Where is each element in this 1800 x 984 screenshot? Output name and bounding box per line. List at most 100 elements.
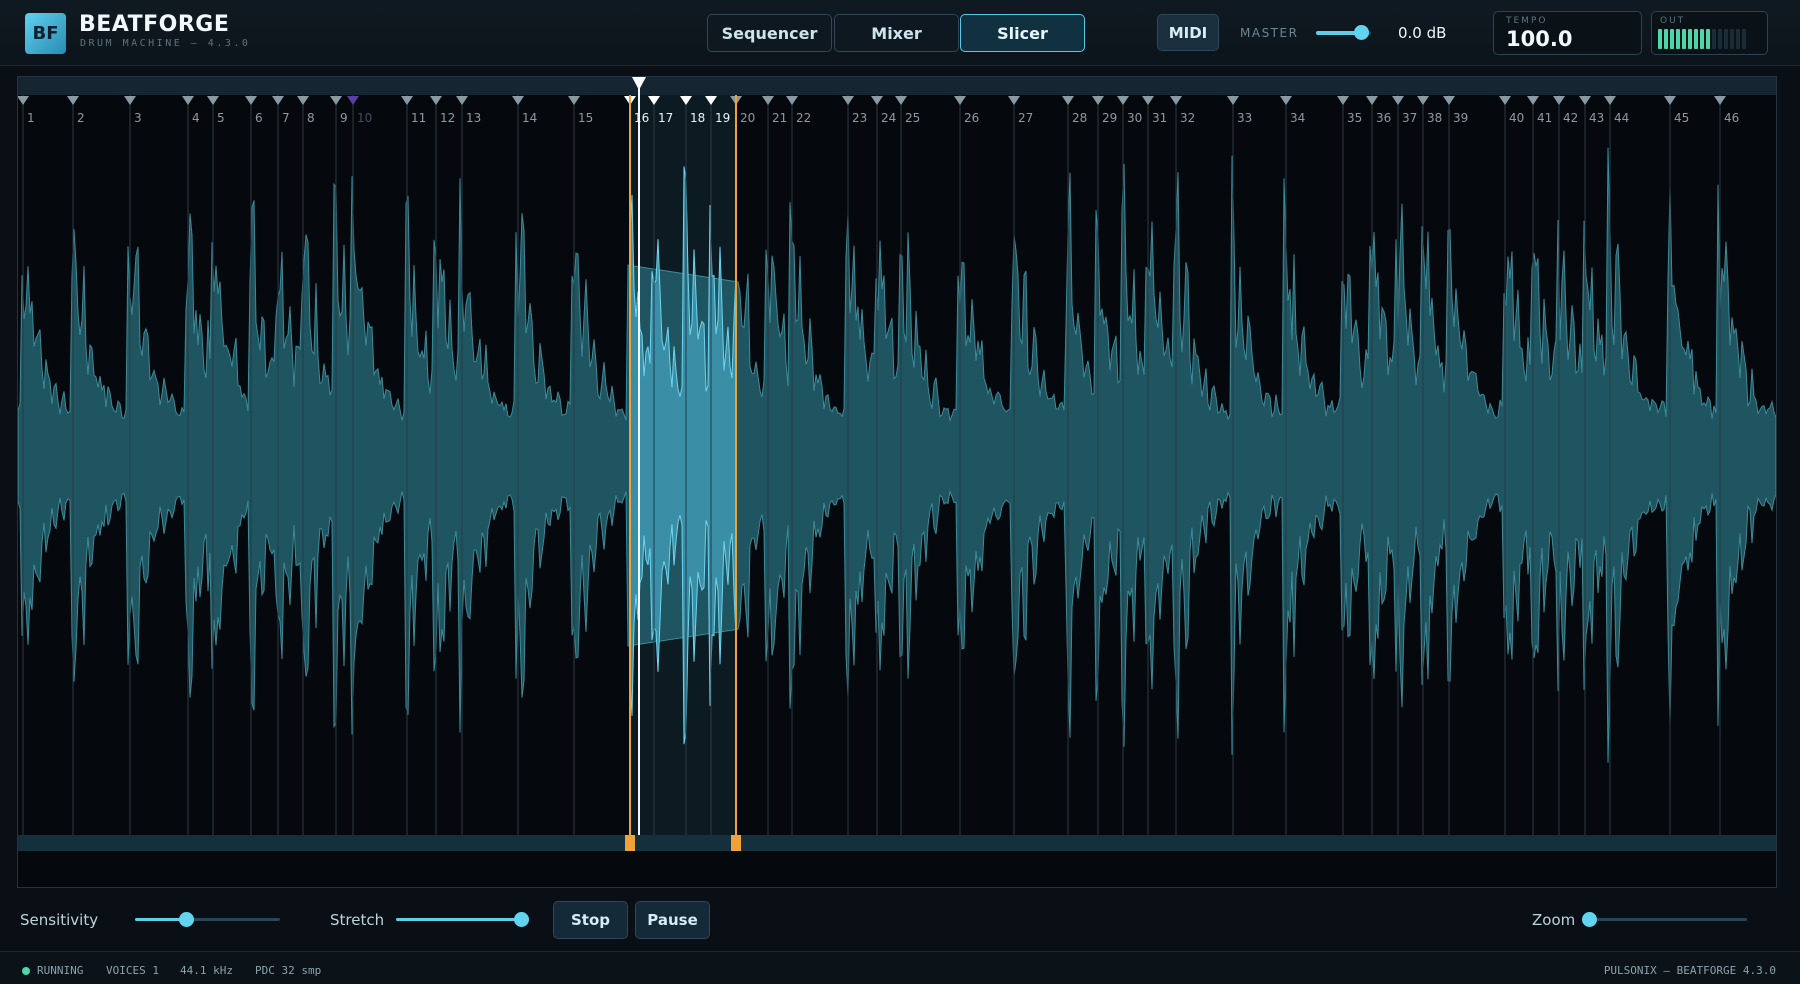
meter-segment	[1676, 29, 1680, 49]
master-volume-slider[interactable]	[1316, 25, 1371, 40]
slice-marker-icon	[786, 96, 798, 105]
slice-label: 21	[772, 111, 787, 125]
slice-label: 35	[1347, 111, 1362, 125]
slice-marker-icon	[1527, 96, 1539, 105]
meter-segment	[1712, 29, 1716, 49]
slice-label: 16	[634, 111, 649, 125]
slice-label: 23	[852, 111, 867, 125]
slice-marker-icon	[1117, 96, 1129, 105]
status-voices: VOICES 1	[106, 964, 159, 977]
slicer-controls: Sensitivity Stretch Stop Pause Zoom	[0, 893, 1800, 949]
slice-marker-icon	[430, 96, 442, 105]
meter-segment	[1736, 29, 1740, 49]
slice-marker-icon	[1579, 96, 1591, 105]
slice-label: 1	[27, 111, 35, 125]
slice-label: 11	[411, 111, 426, 125]
slice-marker-icon	[1499, 96, 1511, 105]
meter-segment	[1694, 29, 1698, 49]
stop-button[interactable]: Stop	[553, 901, 628, 939]
slice-label: 7	[282, 111, 290, 125]
stretch-slider[interactable]	[396, 912, 529, 927]
slice-marker-icon	[401, 96, 413, 105]
status-sample-rate: 44.1 kHz	[180, 964, 233, 977]
slice-ruler	[18, 77, 1776, 95]
slice-marker-icon	[1337, 96, 1349, 105]
slice-label: 38	[1427, 111, 1442, 125]
slice-marker-icon	[512, 96, 524, 105]
slice-marker-icon	[895, 96, 907, 105]
slice-label: 5	[217, 111, 225, 125]
slice-label: 43	[1589, 111, 1604, 125]
tempo-field[interactable]: TEMPO 100.0	[1493, 11, 1642, 55]
slice-label: 40	[1509, 111, 1524, 125]
slice-marker-icon	[330, 96, 342, 105]
slice-label: 20	[740, 111, 755, 125]
slice-marker-icon	[1664, 96, 1676, 105]
slice-label: 18	[690, 111, 705, 125]
app-logo: BF	[25, 13, 66, 54]
midi-button[interactable]: MIDI	[1157, 14, 1219, 51]
sensitivity-label: Sensitivity	[20, 911, 99, 929]
slice-label: 3	[134, 111, 142, 125]
meter-segment	[1682, 29, 1686, 49]
running-indicator-icon	[22, 967, 30, 975]
slice-marker-icon	[124, 96, 136, 105]
slice-label: 14	[522, 111, 537, 125]
slice-label: 31	[1152, 111, 1167, 125]
header-bar: BF BEATFORGE DRUM MACHINE – 4.3.0 Sequen…	[0, 0, 1800, 66]
slice-label: 2	[77, 111, 85, 125]
slice-marker-icon	[1604, 96, 1616, 105]
sensitivity-handle[interactable]	[178, 912, 194, 927]
status-bar: RUNNING VOICES 1 44.1 kHz PDC 32 smp PUL…	[0, 951, 1800, 984]
status-pdc: PDC 32 smp	[255, 964, 322, 977]
output-level-bars	[1658, 29, 1746, 49]
slice-marker-icon	[1142, 96, 1154, 105]
slice-marker-icon	[182, 96, 194, 105]
meter-segment	[1688, 29, 1692, 49]
master-slider-handle[interactable]	[1354, 25, 1370, 40]
slice-label: 10	[357, 111, 372, 125]
slice-marker-icon	[456, 96, 468, 105]
meter-segment	[1658, 29, 1662, 49]
meter-segment	[1706, 29, 1710, 49]
slice-marker-icon	[272, 96, 284, 105]
slice-label: 41	[1537, 111, 1552, 125]
slice-label: 6	[255, 111, 263, 125]
zoom-handle[interactable]	[1582, 912, 1597, 927]
status-state: RUNNING	[37, 964, 84, 977]
slice-marker-icon	[842, 96, 854, 105]
zoom-label: Zoom	[1532, 911, 1576, 929]
slice-label: 27	[1018, 111, 1033, 125]
slice-marker-icon	[1170, 96, 1182, 105]
slice-label: 45	[1674, 111, 1689, 125]
selection-boundary-handle	[731, 835, 741, 851]
slice-label: 28	[1072, 111, 1087, 125]
slice-marker-icon	[245, 96, 257, 105]
slice-label: 26	[964, 111, 979, 125]
slice-marker-icon	[207, 96, 219, 105]
stretch-fill	[396, 918, 521, 921]
sensitivity-slider[interactable]	[135, 912, 280, 927]
tab-sequencer[interactable]: Sequencer	[707, 14, 832, 52]
slicer-waveform[interactable]: 1 2 3 4 5 6 7 8 9 10 11 12 13 14 15 16 17 18 19 20 21 22 23 24 2…	[17, 76, 1777, 888]
slice-label: 13	[466, 111, 481, 125]
slice-marker-icon	[1062, 96, 1074, 105]
status-brand: PULSONIX – BEATFORGE 4.3.0	[1603, 964, 1776, 977]
master-label: MASTER	[1240, 26, 1299, 40]
slice-label: 34	[1290, 111, 1305, 125]
waveform-canvas[interactable]: 1 2 3 4 5 6 7 8 9 10 11 12 13 14 15 16 17 18 19 20 21 22 23 24 2…	[18, 77, 1777, 888]
slice-label: 25	[905, 111, 920, 125]
slice-marker-icon	[1714, 96, 1726, 105]
slice-label: 39	[1453, 111, 1468, 125]
slice-marker-icon	[1366, 96, 1378, 105]
pause-button[interactable]: Pause	[635, 901, 710, 939]
tab-slicer[interactable]: Slicer	[960, 14, 1085, 52]
stretch-handle[interactable]	[514, 912, 529, 927]
meter-segment	[1718, 29, 1722, 49]
zoom-slider[interactable]	[1582, 912, 1747, 927]
waveform-scroll-band	[18, 835, 1776, 851]
slice-marker-icon	[762, 96, 774, 105]
slice-label: 46	[1724, 111, 1739, 125]
tab-mixer[interactable]: Mixer	[834, 14, 959, 52]
tempo-label: TEMPO	[1506, 16, 1548, 26]
